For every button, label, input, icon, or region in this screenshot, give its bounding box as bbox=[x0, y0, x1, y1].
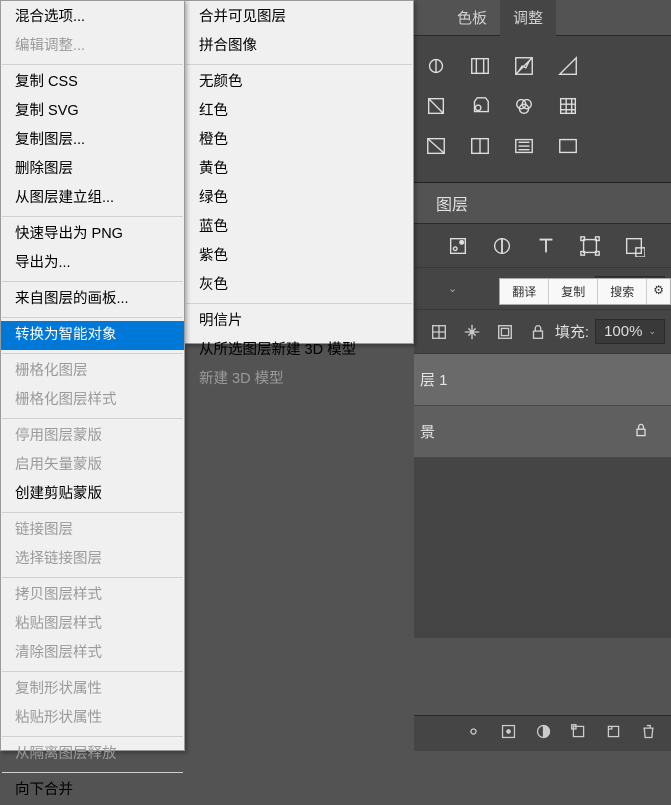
mini-copy[interactable]: 复制 bbox=[549, 279, 598, 304]
layer-item[interactable]: 景 bbox=[414, 406, 671, 458]
lock-row: 填充: 100%⌄ bbox=[414, 310, 671, 354]
layer-item[interactable]: 层 1 bbox=[414, 354, 671, 406]
menu-copy-shape-attr: 复制形状属性 bbox=[1, 675, 184, 704]
menu-artboard-from-layers[interactable]: 来自图层的画板... bbox=[1, 285, 184, 314]
curves-icon[interactable] bbox=[512, 54, 536, 78]
menu-export-as[interactable]: 导出为... bbox=[1, 249, 184, 278]
menu-rasterize-layer: 栅格化图层 bbox=[1, 357, 184, 386]
menu-rasterize-style: 栅格化图层样式 bbox=[1, 386, 184, 415]
tab-swatches[interactable]: 色板 bbox=[444, 0, 500, 36]
menu-color-yellow[interactable]: 黄色 bbox=[185, 155, 413, 184]
filter-smart-icon[interactable] bbox=[622, 234, 646, 258]
fill-control[interactable]: 填充: 100%⌄ bbox=[555, 319, 665, 344]
layers-header: 图层 bbox=[414, 182, 671, 224]
layers-bottom-bar bbox=[414, 715, 671, 751]
channel-mixer-icon[interactable] bbox=[512, 94, 536, 118]
new-layer-icon[interactable] bbox=[605, 723, 622, 745]
menu-quick-export-png[interactable]: 快速导出为 PNG bbox=[1, 220, 184, 249]
lock-position-icon[interactable] bbox=[463, 323, 481, 341]
menu-color-red[interactable]: 红色 bbox=[185, 97, 413, 126]
menu-paste-layer-style: 粘贴图层样式 bbox=[1, 610, 184, 639]
filter-shape-icon[interactable] bbox=[578, 234, 602, 258]
menu-blend-options[interactable]: 混合选项... bbox=[1, 3, 184, 32]
panel-tabs: 色板 调整 bbox=[414, 0, 671, 36]
gradient-map-icon[interactable] bbox=[556, 134, 580, 158]
lock-all-icon[interactable] bbox=[529, 323, 547, 341]
color-lookup-icon[interactable] bbox=[556, 94, 580, 118]
link-layers-icon[interactable] bbox=[465, 723, 482, 745]
mini-toolbar: 翻译 复制 搜索 ⚙ bbox=[499, 278, 671, 305]
filter-pixel-icon[interactable] bbox=[446, 234, 470, 258]
adj-icon[interactable] bbox=[424, 94, 448, 118]
menu-new-3d: 新建 3D 模型 bbox=[185, 365, 413, 394]
menu-group-from-layers[interactable]: 从图层建立组... bbox=[1, 184, 184, 213]
menu-merge-visible[interactable]: 合并可见图层 bbox=[185, 3, 413, 32]
menu-copy-css[interactable]: 复制 CSS bbox=[1, 68, 184, 97]
tab-adjust[interactable]: 调整 bbox=[500, 0, 556, 36]
menu-create-clip-mask[interactable]: 创建剪贴蒙版 bbox=[1, 480, 184, 509]
menu-edit-adjust: 编辑调整... bbox=[1, 32, 184, 61]
filter-adjust-icon[interactable] bbox=[490, 234, 514, 258]
fx-icon[interactable] bbox=[500, 723, 517, 745]
menu-color-gray[interactable]: 灰色 bbox=[185, 271, 413, 300]
menu-clear-layer-style: 清除图层样式 bbox=[1, 639, 184, 668]
menu-copy-layer-style: 拷贝图层样式 bbox=[1, 581, 184, 610]
adjust-icon-grid bbox=[414, 36, 671, 182]
photo-filter-icon[interactable] bbox=[468, 94, 492, 118]
menu-flatten[interactable]: 拼合图像 bbox=[185, 32, 413, 61]
menu-color-purple[interactable]: 紫色 bbox=[185, 242, 413, 271]
menu-color-none[interactable]: 无颜色 bbox=[185, 68, 413, 97]
new-fill-icon[interactable] bbox=[570, 723, 587, 745]
menu-link-layers: 链接图层 bbox=[1, 516, 184, 545]
mini-search[interactable]: 搜索 bbox=[598, 279, 647, 304]
layers-title: 图层 bbox=[436, 191, 468, 215]
exposure-icon[interactable] bbox=[556, 54, 580, 78]
trash-icon[interactable] bbox=[640, 723, 657, 745]
mini-gear-icon[interactable]: ⚙ bbox=[647, 279, 670, 304]
menu-postcard[interactable]: 明信片 bbox=[185, 307, 413, 336]
mini-translate[interactable]: 翻译 bbox=[500, 279, 549, 304]
right-panel: 色板 调整 图层 ⌄ bbox=[414, 0, 671, 751]
menu-merge-down[interactable]: 向下合并 bbox=[1, 776, 184, 805]
menu-color-green[interactable]: 绿色 bbox=[185, 184, 413, 213]
menu-delete-layer[interactable]: 删除图层 bbox=[1, 155, 184, 184]
threshold-icon[interactable] bbox=[468, 134, 492, 158]
filter-type-icon[interactable] bbox=[534, 234, 558, 258]
layer-context-menu: 混合选项... 编辑调整... 复制 CSS 复制 SVG 复制图层... 删除… bbox=[0, 0, 185, 751]
adj-icon[interactable] bbox=[424, 134, 448, 158]
levels-icon[interactable] bbox=[468, 54, 492, 78]
menu-new-3d-from-layer[interactable]: 从所选图层新建 3D 模型 bbox=[185, 336, 413, 365]
menu-dup-layer[interactable]: 复制图层... bbox=[1, 126, 184, 155]
layer-filter-row bbox=[414, 224, 671, 268]
adj-icon[interactable] bbox=[424, 54, 448, 78]
mask-icon[interactable] bbox=[535, 723, 552, 745]
menu-copy-svg[interactable]: 复制 SVG bbox=[1, 97, 184, 126]
map-icon[interactable] bbox=[512, 134, 536, 158]
menu-color-orange[interactable]: 橙色 bbox=[185, 126, 413, 155]
menu-select-linked: 选择链接图层 bbox=[1, 545, 184, 574]
menu-enable-vector-mask: 启用矢量蒙版 bbox=[1, 451, 184, 480]
lock-icon bbox=[633, 422, 649, 442]
menu-convert-smart-object[interactable]: 转换为智能对象 bbox=[1, 321, 184, 350]
menu-paste-shape-attr: 粘贴形状属性 bbox=[1, 704, 184, 733]
lock-pixels-icon[interactable] bbox=[430, 323, 448, 341]
layers-empty-area bbox=[414, 458, 671, 638]
menu-release-isolation: 从隔离图层释放 bbox=[1, 740, 184, 769]
menu-disable-mask: 停用图层蒙版 bbox=[1, 422, 184, 451]
menu-color-blue[interactable]: 蓝色 bbox=[185, 213, 413, 242]
lock-artboard-icon[interactable] bbox=[496, 323, 514, 341]
context-submenu: 合并可见图层 拼合图像 无颜色 红色 橙色 黄色 绿色 蓝色 紫色 灰色 明信片… bbox=[184, 0, 414, 344]
